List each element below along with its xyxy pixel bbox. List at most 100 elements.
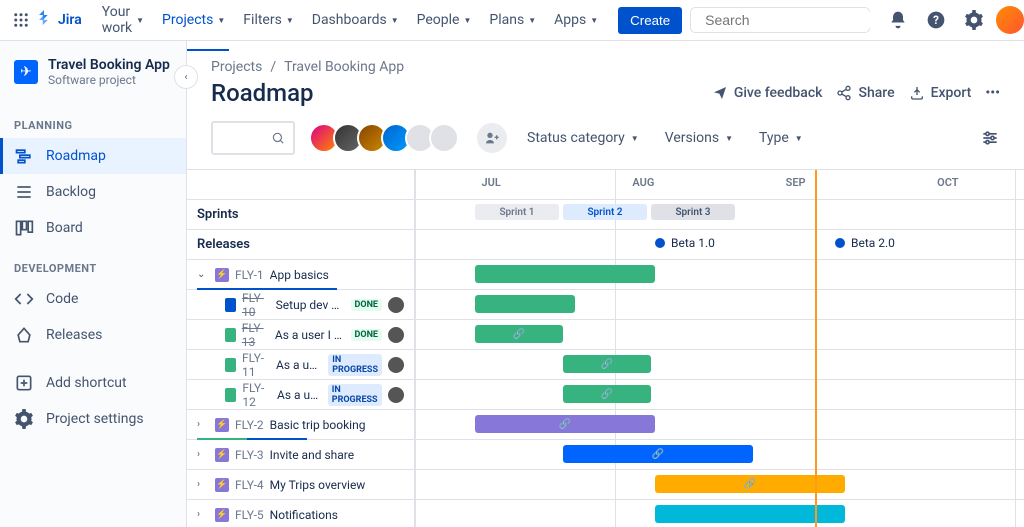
versions-filter[interactable]: Versions▼: [659, 126, 739, 150]
nav-your-work[interactable]: Your work▼: [94, 0, 152, 42]
month-jul: JUL: [415, 170, 567, 199]
notifications-icon[interactable]: [882, 4, 914, 36]
sidebar-item-roadmap[interactable]: Roadmap: [0, 138, 186, 174]
expand-toggle-icon[interactable]: ›: [197, 419, 209, 430]
expand-toggle-icon[interactable]: ›: [197, 509, 209, 520]
chevron-down-icon: ▼: [217, 16, 225, 25]
sidebar-item-code[interactable]: Code: [0, 281, 186, 317]
expand-toggle-icon[interactable]: ›: [197, 449, 209, 460]
row-fly-3[interactable]: ›⚡FLY-3Invite and share🔗: [187, 440, 1024, 470]
timeline-bar[interactable]: 🔗: [475, 415, 655, 433]
user-avatar[interactable]: [996, 6, 1024, 34]
sprint-sprint-3[interactable]: Sprint 3: [651, 204, 735, 220]
row-fly-4[interactable]: ›⚡FLY-4My Trips overview🔗: [187, 470, 1024, 500]
nav-dashboards[interactable]: Dashboards▼: [304, 0, 407, 42]
issue-key: FLY-5: [235, 508, 264, 522]
expand-toggle-icon[interactable]: ›: [197, 479, 209, 490]
link-icon: 🔗: [601, 389, 613, 400]
give-feedback-button[interactable]: Give feedback: [712, 85, 823, 101]
sprint-sprint-1[interactable]: Sprint 1: [475, 204, 559, 220]
issue-summary: As a use...: [277, 388, 322, 402]
sidebar-collapse-button[interactable]: ‹: [174, 65, 198, 89]
assignee-avatar[interactable]: [388, 357, 404, 373]
add-people-icon[interactable]: [477, 123, 507, 153]
project-icon: ✈: [14, 60, 38, 84]
timeline-bar[interactable]: 🔗: [655, 475, 845, 493]
filter-search-input[interactable]: [211, 121, 295, 155]
section-planning: PLANNING: [0, 103, 186, 138]
more-actions-icon[interactable]: •••: [985, 85, 1000, 101]
epic-icon: ⚡: [215, 418, 229, 432]
issue-summary: Basic trip booking: [270, 418, 366, 432]
timeline-bar[interactable]: [475, 295, 575, 313]
nav-apps[interactable]: Apps▼: [546, 0, 606, 42]
chevron-down-icon: ▼: [391, 16, 399, 25]
assignee-avatar[interactable]: [388, 387, 404, 403]
releases-icon: [14, 325, 34, 345]
global-search[interactable]: [690, 7, 870, 33]
story-icon: [225, 358, 236, 372]
share-button[interactable]: Share: [836, 85, 894, 101]
row-fly-12[interactable]: FLY-12As a use...IN PROGRESS🔗: [187, 380, 1024, 410]
nav-people[interactable]: People▼: [409, 0, 480, 42]
nav-projects[interactable]: Projects▼: [154, 0, 233, 42]
sidebar-item-project-settings[interactable]: Project settings: [0, 401, 186, 437]
jira-logo[interactable]: Jira: [34, 10, 82, 30]
sidebar-item-board[interactable]: Board: [0, 210, 186, 246]
timeline-bar[interactable]: 🔗: [563, 445, 753, 463]
sidebar-item-backlog[interactable]: Backlog: [0, 174, 186, 210]
chevron-down-icon: ▼: [528, 16, 536, 25]
search-input[interactable]: [705, 12, 886, 28]
breadcrumb-projects[interactable]: Projects: [211, 59, 262, 75]
release-beta-1-0[interactable]: Beta 1.0: [655, 236, 715, 250]
row-fly-11[interactable]: FLY-11As a user...IN PROGRESS🔗: [187, 350, 1024, 380]
app-switcher-icon[interactable]: [12, 8, 30, 32]
timeline-bar[interactable]: 🔗: [563, 385, 651, 403]
sidebar-item-add-shortcut[interactable]: Add shortcut: [0, 365, 186, 401]
assignee-filter[interactable]: [309, 123, 459, 153]
issue-key: FLY-10: [242, 291, 270, 319]
row-fly-13[interactable]: FLY-13As a user I can ...DONE🔗: [187, 320, 1024, 350]
sprints-row: Sprint 1Sprint 2Sprint 3: [415, 200, 1024, 229]
settings-icon[interactable]: [958, 4, 990, 36]
project-header[interactable]: ✈ Travel Booking App Software project: [0, 57, 186, 87]
timeline-bar[interactable]: 🔗: [563, 355, 651, 373]
row-fly-5[interactable]: ›⚡FLY-5Notifications: [187, 500, 1024, 527]
release-beta-2-0[interactable]: Beta 2.0: [835, 236, 895, 250]
sidebar: ‹ ✈ Travel Booking App Software project …: [0, 41, 187, 527]
project-name: Travel Booking App: [48, 57, 170, 73]
assignee-avatar[interactable]: [388, 327, 404, 343]
row-fly-10[interactable]: FLY-10Setup dev and ...DONE: [187, 290, 1024, 320]
row-fly-2[interactable]: › ⚡ FLY-2 Basic trip booking 🔗: [187, 410, 1024, 440]
timeline-bar[interactable]: [655, 505, 845, 523]
issue-key: FLY-13: [242, 321, 269, 349]
timeline-bar[interactable]: [475, 265, 655, 283]
status-category-filter[interactable]: Status category▼: [521, 126, 645, 150]
chevron-down-icon: ▼: [590, 16, 598, 25]
issue-key: FLY-1: [235, 268, 264, 282]
help-icon[interactable]: ?: [920, 4, 952, 36]
story-icon: [225, 328, 236, 342]
expand-toggle-icon[interactable]: ⌄: [197, 269, 209, 280]
nav-plans[interactable]: Plans▼: [481, 0, 544, 42]
export-button[interactable]: Export: [909, 85, 972, 101]
issue-summary: App basics: [270, 268, 329, 282]
issue-summary: Invite and share: [270, 448, 354, 462]
link-icon: 🔗: [559, 419, 571, 430]
create-button[interactable]: Create: [618, 7, 682, 34]
sprint-sprint-2[interactable]: Sprint 2: [563, 204, 647, 220]
view-settings-icon[interactable]: [980, 128, 1000, 148]
assignee-avatar[interactable]: [388, 297, 404, 313]
type-filter[interactable]: Type▼: [753, 126, 809, 150]
link-icon: 🔗: [744, 479, 756, 490]
sidebar-item-releases[interactable]: Releases: [0, 317, 186, 353]
link-icon: 🔗: [601, 359, 613, 370]
row-fly-1[interactable]: ⌄⚡FLY-1App basics: [187, 260, 1024, 290]
chevron-down-icon: ▼: [286, 16, 294, 25]
nav-filters[interactable]: Filters▼: [235, 0, 301, 42]
issue-key: FLY-2: [235, 418, 264, 432]
breadcrumb-project[interactable]: Travel Booking App: [284, 59, 404, 75]
timeline-bar[interactable]: 🔗: [475, 325, 563, 343]
issue-summary: My Trips overview: [270, 478, 366, 492]
link-icon: 🔗: [652, 449, 664, 460]
